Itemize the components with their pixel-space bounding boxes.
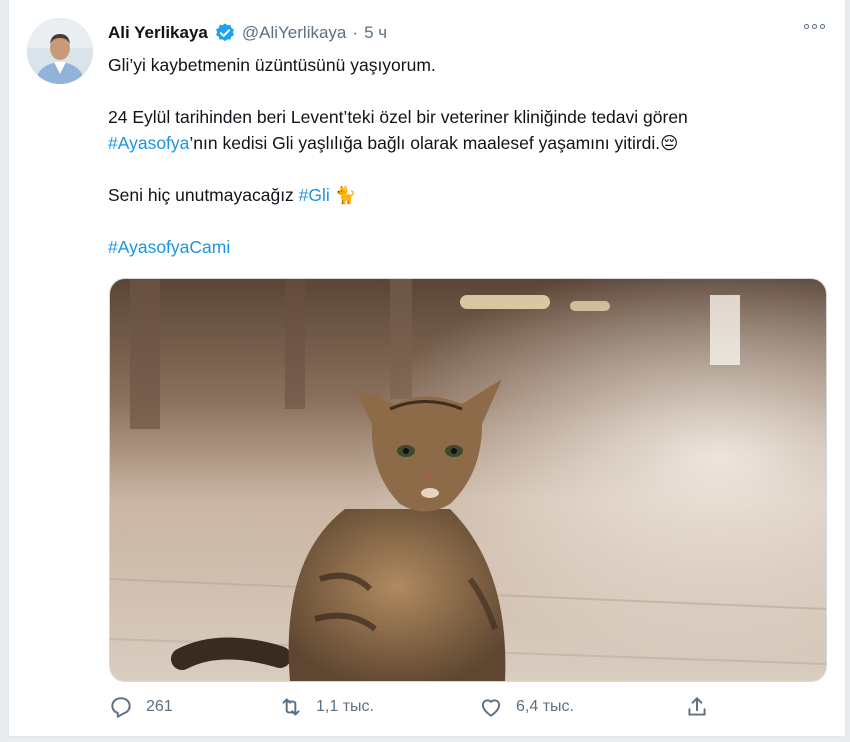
retweet-button[interactable]: 1,1 тыс. [278,692,374,722]
reply-icon [111,697,131,718]
tweet-text: Gli’yi kaybetmenin üzüntüsünü yaşıyorum.… [108,52,828,260]
avatar[interactable] [27,18,93,84]
separator-dot: · [352,23,359,42]
hashtag-ayasofyacami[interactable]: #AyasofyaCami [108,237,230,257]
tweet-line-4-text: Seni hiç unutmayacağız [108,185,299,205]
author-handle[interactable]: @AliYerlikaya [242,23,347,43]
retweet-icon [282,698,300,716]
hashtag-ayasofya[interactable]: #Ayasofya [108,133,189,153]
tweet-header: Ali Yerlikaya @AliYerlikaya · 5 ч [108,20,387,46]
tweet-photo[interactable] [109,278,827,682]
like-count: 6,4 тыс. [516,698,574,715]
tweet-line-2: 24 Eylül tarihinden beri Levent’teki öze… [108,107,688,127]
tweet-line-3: #Ayasofya’nın kedisi Gli yaşlılığa bağlı… [108,130,828,156]
like-button[interactable]: 6,4 тыс. [478,692,574,722]
tweet-line-3-text: ’nın kedisi Gli yaşlılığa bağlı olarak m… [189,133,661,153]
hashtag-gli[interactable]: #Gli [299,185,330,205]
sad-face-emoji: 😔 [660,133,679,153]
like-icon [481,699,501,717]
verified-badge-icon [214,22,236,44]
tweet-card[interactable]: Ali Yerlikaya @AliYerlikaya · 5 ч Gli’yi… [8,0,846,737]
more-icon[interactable] [804,24,825,29]
author-name[interactable]: Ali Yerlikaya [108,23,208,43]
share-button[interactable] [684,692,722,722]
retweet-count: 1,1 тыс. [316,698,374,715]
cat-emoji: 🐈 [334,185,357,205]
tweet-line-1: Gli’yi kaybetmenin üzüntüsünü yaşıyorum. [108,55,436,75]
share-icon [688,697,706,716]
reply-count: 261 [146,698,173,715]
tweet-actions: 261 1,1 тыс. 6,4 тыс. [108,692,718,722]
tweet-line-4: Seni hiç unutmayacağız #Gli 🐈 [108,182,828,208]
reply-button[interactable]: 261 [108,692,173,722]
tweet-timestamp[interactable]: 5 ч [364,23,387,43]
